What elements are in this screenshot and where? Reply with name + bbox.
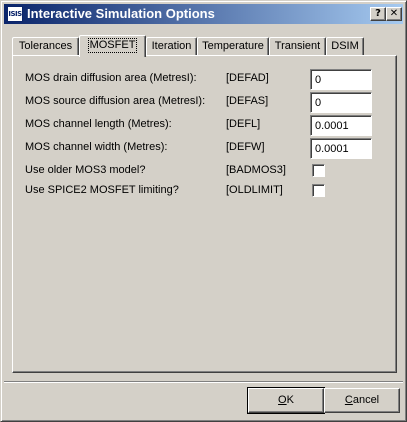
title-bar[interactable]: ISIS Interactive Simulation Options ? ✕: [4, 4, 403, 24]
defl-label: MOS channel length (Metres):: [25, 118, 172, 130]
tab-transient[interactable]: Transient: [269, 37, 326, 56]
mosfet-options-panel: MOS drain diffusion area (MetresI): [DEF…: [12, 55, 397, 373]
close-button[interactable]: ✕: [386, 7, 402, 21]
tab-label: Iteration: [151, 40, 192, 52]
tab-label: Transient: [274, 40, 321, 52]
defad-input[interactable]: [310, 69, 372, 90]
close-icon: ✕: [389, 8, 399, 19]
defad-row: MOS drain diffusion area (MetresI): [DEF…: [13, 69, 396, 90]
cancel-accelerator: C: [344, 394, 353, 406]
tab-dsim[interactable]: DSIM: [326, 37, 364, 56]
cancel-button[interactable]: Cancel: [324, 388, 400, 413]
defas-input[interactable]: [310, 92, 372, 113]
oldlimit-label: Use SPICE2 MOSFET limiting?: [25, 184, 179, 196]
window-title: Interactive Simulation Options: [27, 6, 215, 21]
dialog-window: ISIS Interactive Simulation Options ? ✕ …: [0, 0, 407, 422]
tab-temperature[interactable]: Temperature: [197, 37, 269, 56]
badmos3-label: Use older MOS3 model?: [25, 164, 146, 176]
separator-highlight: [4, 382, 403, 383]
badmos3-key: [BADMOS3]: [226, 164, 286, 176]
question-mark-icon: ?: [375, 8, 381, 19]
defw-key: [DEFW]: [226, 141, 265, 153]
defw-row: MOS channel width (Metres): [DEFW]: [13, 138, 396, 159]
defl-row: MOS channel length (Metres): [DEFL]: [13, 115, 396, 136]
help-button[interactable]: ?: [370, 7, 386, 21]
defw-label: MOS channel width (Metres):: [25, 141, 168, 153]
oldlimit-row: Use SPICE2 MOSFET limiting? [OLDLIMIT]: [13, 181, 396, 201]
tab-strip: Tolerances MOSFET Iteration Temperature …: [12, 35, 402, 57]
tab-label: Temperature: [202, 40, 264, 52]
defl-key: [DEFL]: [226, 118, 261, 130]
ok-label-rest: K: [286, 394, 294, 406]
cancel-label-rest: ancel: [352, 394, 380, 406]
defad-label: MOS drain diffusion area (MetresI):: [25, 72, 197, 84]
defas-label: MOS source diffusion area (MetresI):: [25, 95, 206, 107]
tab-label: MOSFET: [87, 38, 138, 53]
tab-label: Tolerances: [18, 40, 73, 52]
isis-app-icon: ISIS: [7, 6, 23, 22]
oldlimit-checkbox[interactable]: [312, 184, 325, 197]
defas-row: MOS source diffusion area (MetresI): [DE…: [13, 92, 396, 113]
tab-label: DSIM: [331, 40, 359, 52]
ok-button[interactable]: OK: [247, 387, 325, 414]
tab-iteration[interactable]: Iteration: [146, 37, 197, 56]
defad-key: [DEFAD]: [226, 72, 269, 84]
tab-tolerances[interactable]: Tolerances: [12, 37, 79, 56]
oldlimit-key: [OLDLIMIT]: [226, 184, 283, 196]
tab-mosfet[interactable]: MOSFET: [79, 35, 146, 57]
ok-accelerator: O: [278, 394, 287, 406]
defas-key: [DEFAS]: [226, 95, 269, 107]
badmos3-checkbox[interactable]: [312, 164, 325, 177]
defl-input[interactable]: [310, 115, 372, 136]
defw-input[interactable]: [310, 138, 372, 159]
badmos3-row: Use older MOS3 model? [BADMOS3]: [13, 161, 396, 181]
